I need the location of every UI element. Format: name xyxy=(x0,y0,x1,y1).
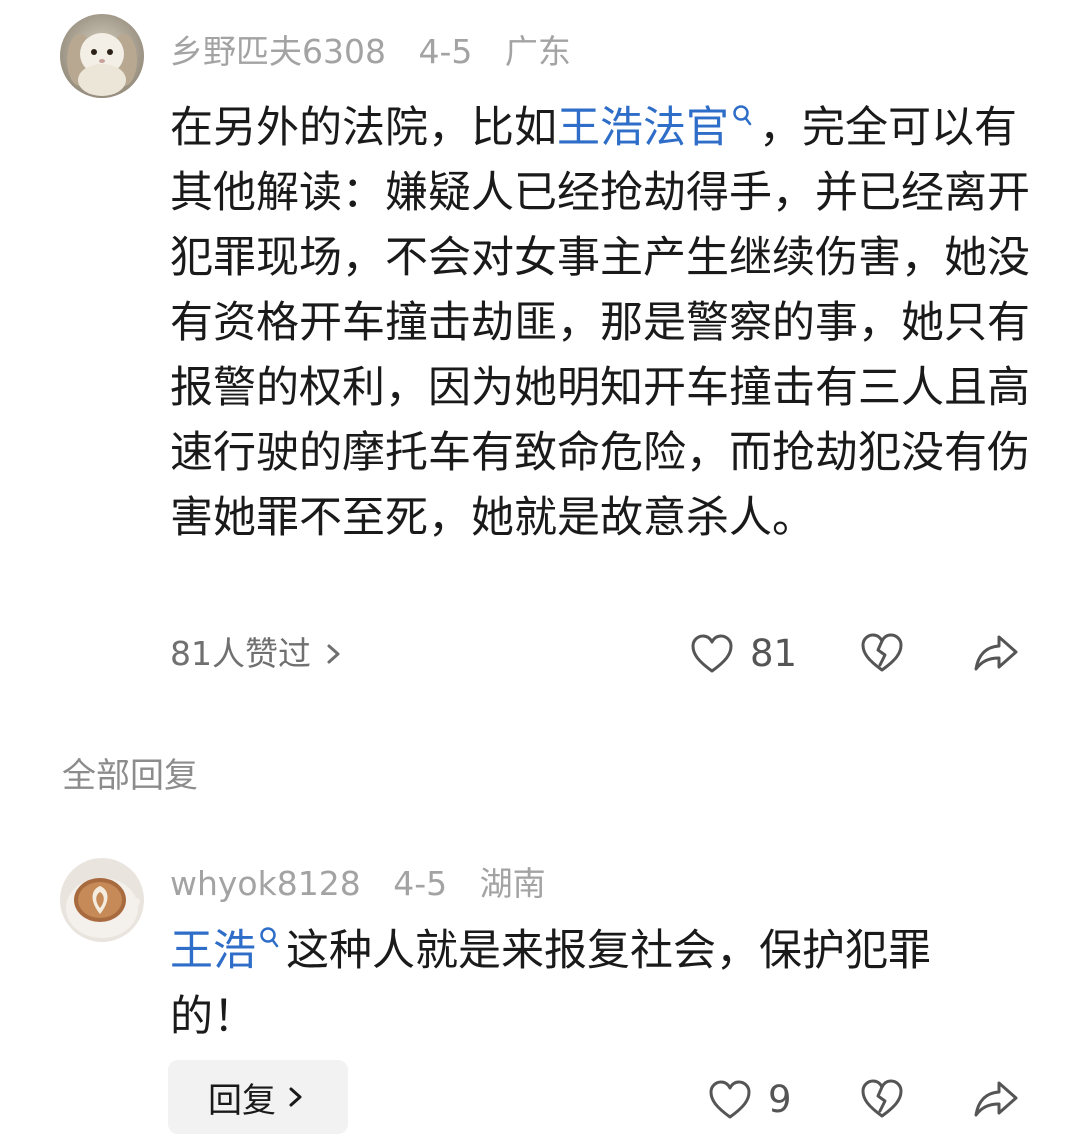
chevron-right-icon xyxy=(289,1087,302,1107)
reply-date: 4-5 xyxy=(393,864,448,903)
reply-location: 湖南 xyxy=(479,864,546,903)
likes-summary-label: 81人赞过 xyxy=(170,634,311,673)
comment-meta: 乡野匹夫6308 4-5 广东 xyxy=(170,32,593,72)
share-button[interactable] xyxy=(972,1078,1020,1120)
reply-text-after: 这种人就是来报复社会，保护犯罪的！ xyxy=(170,926,931,1042)
heart-icon xyxy=(709,1080,751,1119)
share-button[interactable] xyxy=(972,632,1020,674)
share-icon xyxy=(974,635,1018,671)
search-link[interactable]: 王浩 xyxy=(170,926,256,976)
comment-text-before: 在另外的法院，比如 xyxy=(170,103,557,153)
avatar[interactable] xyxy=(60,14,144,98)
reply-button[interactable]: 回复 xyxy=(168,1060,348,1134)
share-icon xyxy=(974,1081,1018,1117)
coffee-avatar-image xyxy=(60,858,144,942)
like-button[interactable]: 81 xyxy=(690,632,797,676)
username[interactable]: whyok8128 xyxy=(170,864,361,903)
like-count: 9 xyxy=(768,1078,792,1121)
broken-heart-icon xyxy=(861,633,903,672)
search-icon xyxy=(733,105,752,126)
username[interactable]: 乡野匹夫6308 xyxy=(170,32,386,71)
avatar[interactable] xyxy=(60,858,144,942)
search-link[interactable]: 王浩法官 xyxy=(557,103,729,153)
reply-meta: whyok8128 4-5 湖南 xyxy=(170,864,568,904)
like-count: 81 xyxy=(750,632,798,675)
search-icon xyxy=(260,927,279,948)
dislike-button[interactable] xyxy=(860,632,904,674)
replies-section-title: 全部回复 xyxy=(62,756,198,796)
comment-text-after: ，完全可以有其他解读：嫌疑人已经抢劫得手，并已经离开犯罪现场，不会对女事主产生继… xyxy=(170,103,1030,543)
comment-location: 广东 xyxy=(504,32,571,71)
like-button[interactable]: 9 xyxy=(708,1078,792,1122)
heart-icon xyxy=(691,634,733,673)
likes-summary[interactable]: 81人赞过 xyxy=(170,632,347,676)
dislike-button[interactable] xyxy=(860,1078,904,1120)
rabbit-avatar-image xyxy=(60,14,144,98)
chevron-right-icon xyxy=(327,644,340,664)
broken-heart-icon xyxy=(861,1079,903,1118)
reply-text: 王浩 这种人就是来报复社会，保护犯罪的！ xyxy=(170,918,1000,1050)
reply-button-label: 回复 xyxy=(208,1080,276,1121)
comment-date: 4-5 xyxy=(418,32,473,71)
comment-text: 在另外的法院，比如王浩法官 ，完全可以有其他解读：嫌疑人已经抢劫得手，并已经离开犯… xyxy=(170,96,1030,551)
